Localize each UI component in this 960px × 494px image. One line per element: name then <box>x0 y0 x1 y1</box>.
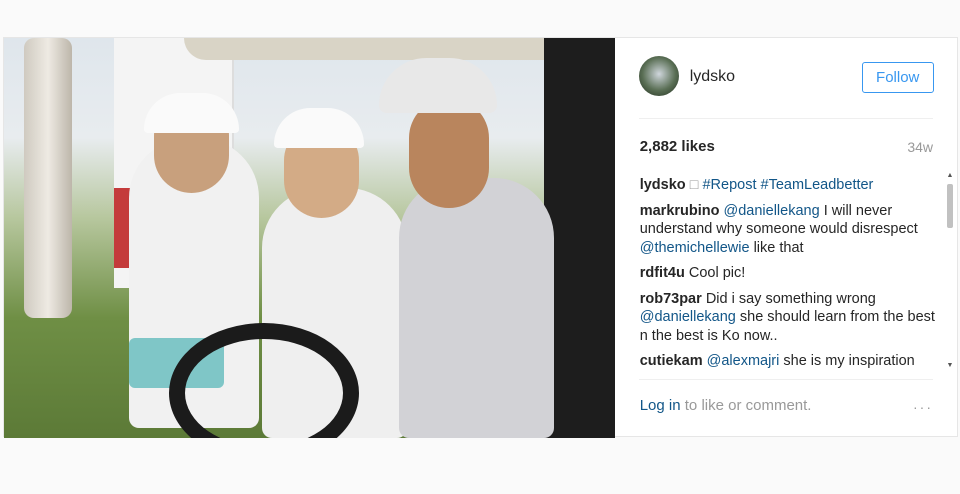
comment-username[interactable]: markrubino <box>640 203 720 219</box>
comment-mention[interactable]: @alexmajri <box>707 353 780 368</box>
login-prompt: Log in to like or comment. <box>640 397 812 414</box>
person-right-face <box>409 98 489 208</box>
comment-mention[interactable]: @daniellekang <box>640 309 736 325</box>
comment-username[interactable]: rob73par <box>640 291 702 307</box>
scroll-thumb[interactable] <box>947 184 953 228</box>
palm-tree-trunk <box>24 38 72 318</box>
person-middle-cap <box>274 108 364 148</box>
post-header: lydsko Follow <box>615 38 958 118</box>
caption: lydsko □ #Repost #TeamLeadbetter <box>640 176 940 195</box>
username[interactable]: lydsko <box>690 68 735 86</box>
comment-mention[interactable]: @daniellekang <box>724 203 820 219</box>
caption-glyph: □ <box>689 177 699 193</box>
instagram-post: lydsko Follow 2,882 likes 34w lydsko □ #… <box>3 37 958 438</box>
caption-username[interactable]: lydsko <box>640 177 686 193</box>
post-time[interactable]: 34w <box>907 139 933 155</box>
comment-text: she is my inspiration <box>779 353 915 368</box>
person-right-visor <box>379 58 497 113</box>
hashtag-repost[interactable]: #Repost <box>702 177 756 193</box>
post-footer: Log in to like or comment. ··· <box>638 379 933 438</box>
likes-count[interactable]: 2,882 likes <box>640 138 715 155</box>
scroll-down-arrow-icon[interactable]: ▼ <box>946 362 954 370</box>
scroll-up-arrow-icon[interactable]: ▲ <box>946 172 954 180</box>
comment-item: cutiekam @alexmajri she is my inspiratio… <box>640 352 940 368</box>
comment-text: Did i say something wrong <box>705 290 876 307</box>
follow-button[interactable]: Follow <box>861 62 934 93</box>
hashtag-teamleadbetter[interactable]: #TeamLeadbetter <box>761 177 874 193</box>
comment-username[interactable]: rdfit4u <box>640 265 685 281</box>
comment-mention[interactable]: @themichellewie <box>640 240 750 256</box>
divider <box>638 118 933 119</box>
comment-text: Cool pic! <box>688 265 746 281</box>
comment-item: rob73par Did i say something wrong @dani… <box>640 290 940 346</box>
post-photo[interactable] <box>4 38 615 438</box>
comment-item: markrubino @daniellekang I will never un… <box>640 202 940 258</box>
comments-scrollbar[interactable]: ▲ ▼ <box>945 172 955 370</box>
golf-cart-frame <box>544 38 615 438</box>
login-link[interactable]: Log in <box>640 397 681 414</box>
comment-text: like that <box>749 239 804 256</box>
more-options-icon[interactable]: ··· <box>913 399 933 415</box>
avatar[interactable] <box>638 56 679 96</box>
comments-list[interactable]: lydsko □ #Repost #TeamLeadbetter markrub… <box>640 176 940 368</box>
person-right-body <box>399 178 554 438</box>
post-side-panel: lydsko Follow 2,882 likes 34w lydsko □ #… <box>615 38 957 438</box>
comment-username[interactable]: cutiekam <box>640 353 703 368</box>
login-prompt-text: to like or comment. <box>680 397 812 414</box>
comment-item: rdfit4u Cool pic! <box>640 264 940 283</box>
